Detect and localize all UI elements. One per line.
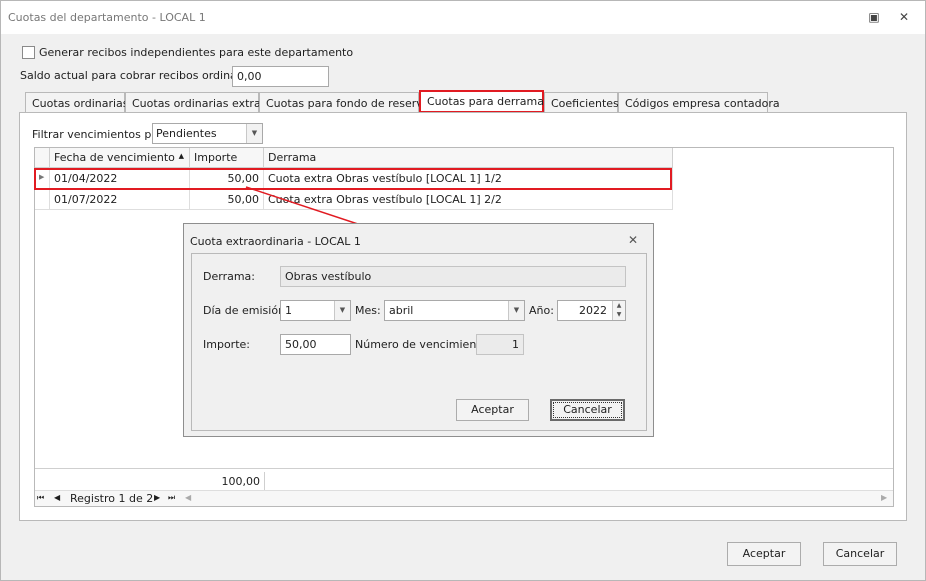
dialog-body: Derrama: Obras vestíbulo Día de emisión:…	[191, 253, 647, 431]
dia-select[interactable]: 1 ▼	[280, 300, 351, 321]
derrama-field: Obras vestíbulo	[280, 266, 626, 287]
chevron-down-icon[interactable]: ▼	[508, 301, 524, 320]
mes-label: Mes:	[355, 304, 381, 317]
dialog-close-icon[interactable]: ✕	[628, 233, 638, 247]
anio-spinner[interactable]: 2022 ▲ ▼	[557, 300, 626, 321]
anio-label: Año:	[529, 304, 554, 317]
chevron-down-icon[interactable]: ▼	[334, 301, 350, 320]
derrama-label: Derrama:	[203, 270, 255, 283]
numero-label: Número de vencimiento:	[355, 338, 492, 351]
dialog-title: Cuota extraordinaria - LOCAL 1	[190, 235, 361, 248]
importe-label: Importe:	[203, 338, 250, 351]
mes-select[interactable]: abril ▼	[384, 300, 525, 321]
cancel-button[interactable]: Cancelar	[823, 542, 897, 566]
dialog-accept-button[interactable]: Aceptar	[456, 399, 529, 421]
accept-button[interactable]: Aceptar	[727, 542, 801, 566]
dialog-cancel-button[interactable]: Cancelar	[550, 399, 625, 421]
spinner-arrows-icon[interactable]: ▲ ▼	[612, 301, 625, 320]
importe-input[interactable]: 50,00	[280, 334, 351, 355]
main-window: Cuotas del departamento - LOCAL 1 ▣ ✕ Ge…	[0, 0, 926, 581]
dia-label: Día de emisión:	[203, 304, 289, 317]
cuota-dialog: Cuota extraordinaria - LOCAL 1 ✕ Derrama…	[183, 223, 654, 437]
numero-field: 1	[476, 334, 524, 355]
